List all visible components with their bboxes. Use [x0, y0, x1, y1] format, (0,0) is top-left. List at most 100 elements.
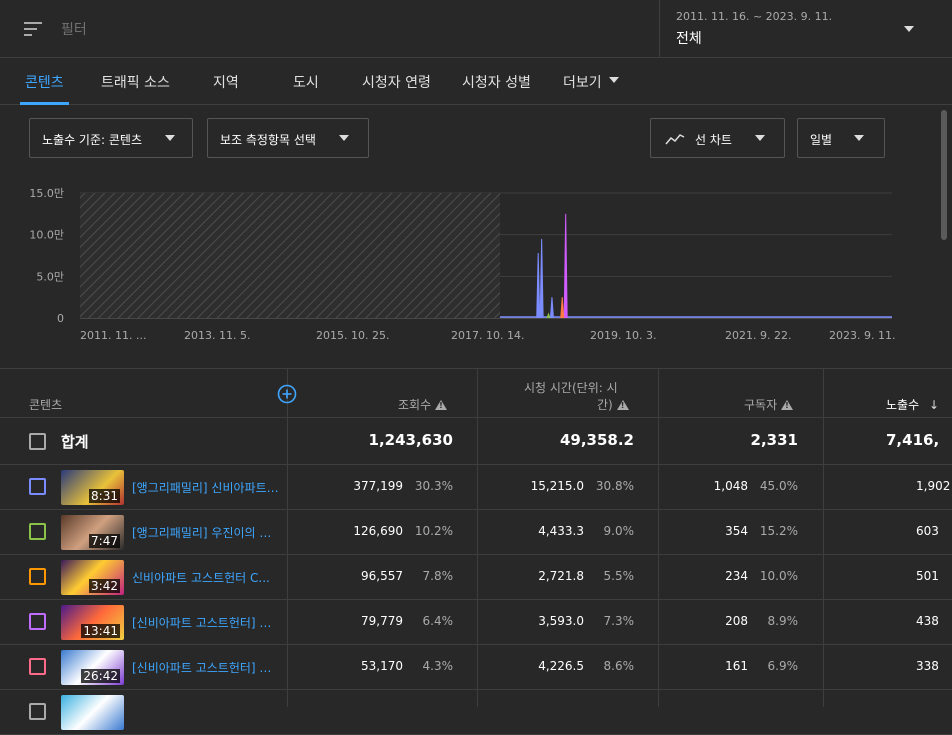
- y-tick-label: 0: [57, 312, 64, 325]
- row-watch: 4,226.5: [538, 659, 584, 673]
- header-views-label: 조회수: [398, 398, 432, 412]
- interval-dropdown[interactable]: 일별: [797, 118, 885, 158]
- row-impressions: 338: [916, 659, 939, 673]
- tab-geography[interactable]: 지역: [213, 72, 239, 92]
- row-views-pct: 7.8%: [422, 569, 454, 583]
- header-views[interactable]: 조회수: [398, 396, 448, 413]
- y-tick-label: 10.0만: [29, 229, 64, 242]
- total-impressions: 7,416,: [886, 431, 940, 449]
- chevron-down-icon: [165, 135, 175, 141]
- table-row[interactable]: 8:31 [앵그리패밀리] 신비아파트 ... 377,199 30.3% 15…: [0, 465, 952, 510]
- video-title-link[interactable]: [신비아파트 고스트헌터] 기...: [132, 659, 280, 676]
- row-subs: 1,048: [713, 479, 748, 493]
- tab-city[interactable]: 도시: [293, 72, 319, 92]
- video-title-link[interactable]: [앵그리패밀리] 신비아파트 ...: [132, 479, 280, 496]
- header-watch-time-2: 간): [597, 396, 629, 413]
- video-title-link[interactable]: [신비아파트 고스트헌터] G...: [132, 614, 280, 631]
- tab-viewer-gender[interactable]: 시청자 성별: [462, 72, 531, 92]
- table-header: [0, 368, 952, 418]
- total-checkbox[interactable]: [29, 433, 46, 450]
- table-row[interactable]: [0, 690, 952, 735]
- x-tick-label: 2021. 9. 22.: [725, 329, 791, 342]
- header-impressions[interactable]: 노출수 ↓: [886, 396, 939, 413]
- row-watch: 2,721.8: [538, 569, 584, 583]
- row-subs-pct: 6.9%: [767, 659, 799, 673]
- chevron-down-icon: [755, 135, 765, 141]
- impressions-chart: 15.0만 10.0만 5.0만 0 2011. 11. ... 2013. 11. 5…: [29, 187, 895, 342]
- video-title-link[interactable]: [앵그리패밀리] 우진이의 신...: [132, 524, 280, 541]
- video-duration: 13:41: [81, 624, 120, 638]
- warning-icon: [435, 400, 448, 410]
- series-peak[interactable]: [563, 213, 568, 319]
- row-impressions: 1,902: [916, 479, 951, 493]
- tab-more[interactable]: 더보기: [563, 72, 602, 92]
- video-duration: 7:47: [89, 534, 120, 548]
- series-peak[interactable]: [560, 297, 565, 319]
- video-thumbnail[interactable]: 7:47: [61, 515, 124, 550]
- video-thumbnail[interactable]: [61, 695, 124, 730]
- tab-viewer-age[interactable]: 시청자 연령: [362, 72, 431, 92]
- series-peak[interactable]: [536, 252, 541, 319]
- active-tab-indicator: [20, 102, 69, 105]
- table-row[interactable]: 13:41 [신비아파트 고스트헌터] G... 79,779 6.4% 3,5…: [0, 600, 952, 645]
- row-watch-pct: 8.6%: [603, 659, 635, 673]
- video-thumbnail[interactable]: 26:42: [61, 650, 124, 685]
- video-duration: 3:42: [89, 579, 120, 593]
- header-impr-label: 노출수: [886, 398, 920, 412]
- video-thumbnail[interactable]: 13:41: [61, 605, 124, 640]
- x-tick-label: 2011. 11. ...: [80, 329, 146, 342]
- metric-dropdown[interactable]: 노출수 기준: 콘텐츠: [29, 118, 193, 158]
- video-thumbnail[interactable]: 3:42: [61, 560, 124, 595]
- row-views: 377,199: [353, 479, 403, 493]
- metric-dropdown-label: 노출수 기준: 콘텐츠: [42, 133, 142, 147]
- row-subs-pct: 8.9%: [767, 614, 799, 628]
- secondary-metric-dropdown[interactable]: 보조 측정항목 선택: [207, 118, 369, 158]
- interval-label: 일별: [810, 133, 833, 147]
- row-impressions: 603: [916, 524, 939, 538]
- video-duration: 26:42: [81, 669, 120, 683]
- row-checkbox[interactable]: [29, 523, 46, 540]
- add-column-icon[interactable]: [277, 384, 297, 404]
- y-tick-label: 5.0만: [36, 270, 64, 283]
- warning-icon: [781, 400, 794, 410]
- row-impressions: 501: [916, 569, 939, 583]
- row-checkbox[interactable]: [29, 478, 46, 495]
- row-impressions: 438: [916, 614, 939, 628]
- x-tick-label: 2013. 11. 5.: [184, 329, 250, 342]
- row-checkbox[interactable]: [29, 568, 46, 585]
- series-peak[interactable]: [549, 297, 554, 319]
- row-checkbox[interactable]: [29, 613, 46, 630]
- total-subs: 2,331: [750, 431, 798, 449]
- secondary-metric-label: 보조 측정항목 선택: [220, 133, 316, 147]
- row-views: 126,690: [353, 524, 403, 538]
- row-watch-pct: 5.5%: [603, 569, 635, 583]
- filter-input[interactable]: 필터: [61, 19, 87, 39]
- header-subscribers[interactable]: 구독자: [744, 396, 794, 413]
- row-checkbox[interactable]: [29, 703, 46, 720]
- line-chart-icon: [665, 134, 685, 145]
- row-views-pct: 6.4%: [422, 614, 454, 628]
- series-peak[interactable]: [546, 312, 551, 319]
- tab-traffic-source[interactable]: 트래픽 소스: [101, 72, 170, 92]
- date-range-value: 전체: [676, 31, 702, 47]
- series-peak[interactable]: [539, 238, 544, 319]
- table-row[interactable]: 7:47 [앵그리패밀리] 우진이의 신... 126,690 10.2% 4,…: [0, 510, 952, 555]
- chart-type-dropdown[interactable]: 선 차트: [650, 118, 785, 158]
- date-range-selector[interactable]: 2011. 11. 16. ~ 2023. 9. 11. 전체: [659, 0, 952, 58]
- video-thumbnail[interactable]: 8:31: [61, 470, 124, 505]
- chevron-down-icon: [609, 77, 619, 83]
- chart-type-label: 선 차트: [695, 133, 732, 147]
- tab-content[interactable]: 콘텐츠: [25, 72, 64, 92]
- row-subs: 208: [725, 614, 748, 628]
- row-watch: 3,593.0: [538, 614, 584, 628]
- x-tick-label: 2019. 10. 3.: [590, 329, 656, 342]
- table-row[interactable]: 26:42 [신비아파트 고스트헌터] 기... 53,170 4.3% 4,2…: [0, 645, 952, 690]
- row-subs: 354: [725, 524, 748, 538]
- header-watch-time[interactable]: 시청 시간(단위: 시: [524, 379, 618, 396]
- video-title-link[interactable]: 신비아파트 고스트헌터 C...: [132, 569, 280, 586]
- tab-bar: 콘텐츠 트래픽 소스 지역 도시 시청자 연령 시청자 성별 더보기: [0, 58, 952, 105]
- table-row[interactable]: 3:42 신비아파트 고스트헌터 C... 96,557 7.8% 2,721.…: [0, 555, 952, 600]
- row-subs: 234: [725, 569, 748, 583]
- row-checkbox[interactable]: [29, 658, 46, 675]
- filter-icon[interactable]: [24, 20, 42, 36]
